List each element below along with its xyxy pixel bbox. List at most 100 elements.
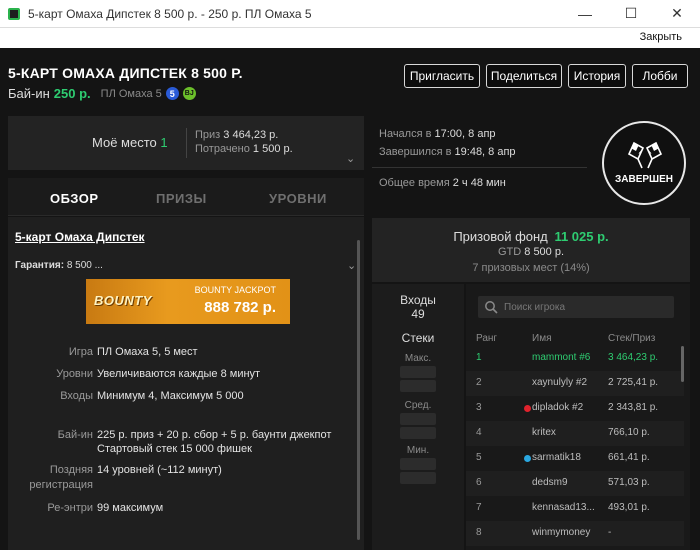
info-value: Увеличиваются каждые 8 минут	[97, 368, 261, 380]
prize-line: Приз 3 464,23 р.	[195, 129, 278, 141]
app-icon	[8, 7, 20, 20]
table-row[interactable]: 3 dipladok #2 2 343,81 р.	[466, 396, 684, 421]
scrollbar[interactable]	[681, 346, 684, 382]
spent-line: Потрачено 1 500 р.	[195, 143, 293, 155]
tournament-title: 5-КАРТ ОМАХА ДИПСТЕК 8 500 Р.	[8, 65, 243, 81]
total-label: Общее время	[379, 177, 450, 189]
close-window-icon[interactable]: ✕	[654, 0, 700, 28]
player-stack: 493,01 р.	[608, 502, 650, 513]
prize-pool-value: 11 025 р.	[554, 229, 609, 244]
my-place-value: 1	[160, 135, 168, 150]
player-rank: 8	[476, 527, 482, 538]
close-row: Закрыть	[0, 28, 700, 48]
buyin-value: 250 р.	[53, 86, 91, 101]
table-row[interactable]: 8 winmymoney -	[466, 521, 684, 546]
tab-levels[interactable]: УРОВНИ	[269, 191, 327, 206]
search-box[interactable]	[478, 296, 674, 318]
max-stack-placeholder	[400, 366, 436, 378]
info-value: 14 уровней (~112 минут)	[97, 464, 222, 476]
history-button[interactable]: История	[568, 64, 626, 88]
avg-stack-placeholder	[400, 427, 436, 439]
player-rank: 5	[476, 452, 482, 463]
player-name: kennasad13...	[532, 502, 595, 513]
prize-label: Приз	[195, 129, 221, 141]
table-row[interactable]: 2 xaynulyly #2 2 725,41 р.	[466, 371, 684, 396]
player-rank: 7	[476, 502, 482, 513]
info-label: Ре-энтри	[47, 502, 93, 514]
column-header-rank[interactable]: Ранг	[476, 333, 497, 344]
window-titlebar: 5-карт Омаха Дипстек 8 500 р. - 250 р. П…	[0, 0, 700, 28]
divider	[186, 128, 187, 158]
player-rank: 3	[476, 402, 482, 413]
player-stack: 661,41 р.	[608, 452, 650, 463]
overview-panel: 5-карт Омаха Дипстек Гарантия: 8 500 ...…	[8, 217, 364, 550]
chevron-down-icon[interactable]: ⌄	[346, 152, 355, 165]
my-place-label: Моё место	[92, 135, 157, 150]
maximize-icon[interactable]: ☐	[608, 0, 654, 28]
stacks-label: Стеки	[401, 331, 435, 345]
chevron-down-icon[interactable]: ⌄	[347, 259, 356, 272]
prize-pool-panel: Призовой фонд 11 025 р. GTD 8 500 р. 7 п…	[372, 218, 690, 282]
player-stack: -	[608, 527, 612, 538]
player-stack: 766,10 р.	[608, 427, 650, 438]
lobby-button[interactable]: Лобби	[632, 64, 688, 88]
gtd-line: GTD 8 500 р.	[372, 246, 690, 258]
player-rank: 4	[476, 427, 482, 438]
player-name: dipladok #2	[532, 402, 584, 413]
table-row[interactable]: 4 kritex 766,10 р.	[466, 421, 684, 446]
search-icon	[485, 301, 498, 314]
bounty-jackpot-badge: BJ	[182, 87, 196, 100]
invite-button[interactable]: Пригласить	[404, 64, 480, 88]
my-place-panel[interactable]: Моё место 1 Приз 3 464,23 р. Потрачено 1…	[8, 116, 364, 170]
info-label: Входы	[60, 390, 93, 402]
tab-overview[interactable]: ОБЗОР	[50, 191, 99, 206]
game-type: ПЛ Омаха 5	[100, 87, 162, 100]
info-value: ПЛ Омаха 5, 5 мест	[97, 346, 198, 358]
info-label: регистрация	[29, 479, 93, 491]
info-value: 99 максимум	[97, 502, 164, 514]
prize-pool-label: Призовой фонд	[453, 229, 548, 244]
checkered-flags-icon	[627, 141, 663, 169]
close-link[interactable]: Закрыть	[640, 31, 682, 43]
entries-label: Входы	[400, 293, 436, 307]
table-row[interactable]: 5 sarmatik18 661,41 р.	[466, 446, 684, 471]
bounty-logo: BOUNTY	[94, 293, 152, 308]
minimize-icon[interactable]: —	[562, 0, 608, 28]
player-name: kritex	[532, 427, 556, 438]
ended-value: 19:48, 8 апр	[454, 146, 516, 158]
my-place: Моё место 1	[92, 135, 168, 150]
table-row[interactable]: 7 kennasad13... 493,01 р.	[466, 496, 684, 521]
info-value: Стартовый стек 15 000 фишек	[97, 443, 252, 455]
tournament-header: 5-КАРТ ОМАХА ДИПСТЕК 8 500 Р. Бай-ин 250…	[0, 48, 700, 114]
player-name: winmymoney	[532, 527, 591, 538]
share-button[interactable]: Поделиться	[486, 64, 562, 88]
column-header-name[interactable]: Имя	[532, 333, 551, 344]
buyin-label: Бай-ин	[8, 86, 50, 101]
avg-stack-placeholder	[400, 413, 436, 425]
table-row[interactable]: 6 dedsm9 571,03 р.	[466, 471, 684, 496]
status-text: ЗАВЕРШЕН	[615, 174, 673, 185]
bounty-jackpot-label: BOUNTY JACKPOT	[194, 285, 276, 295]
prize-pool-line: Призовой фонд 11 025 р.	[372, 229, 690, 244]
tab-prizes[interactable]: ПРИЗЫ	[156, 191, 207, 206]
seats-badge: 5	[165, 87, 179, 100]
table-row[interactable]: 1 mammont #6 3 464,23 р.	[466, 346, 684, 371]
spent-label: Потрачено	[195, 143, 250, 155]
player-stack: 571,03 р.	[608, 477, 650, 488]
player-rank: 1	[476, 352, 482, 363]
column-header-stack[interactable]: Стек/Приз	[608, 333, 655, 344]
scrollbar[interactable]	[357, 240, 360, 540]
player-name: dedsm9	[532, 477, 568, 488]
max-stack-label: Макс.	[404, 353, 432, 364]
guarantee-value: 8 500 ...	[66, 260, 103, 271]
prize-places: 7 призовых мест (14%)	[472, 262, 590, 274]
started-value: 17:00, 8 апр	[434, 128, 496, 140]
info-label: Уровни	[56, 368, 93, 380]
search-input[interactable]	[504, 301, 664, 313]
status-dot-icon	[524, 455, 531, 462]
started-label: Начался в	[379, 128, 432, 140]
min-stack-label: Мин.	[406, 445, 430, 456]
max-stack-placeholder	[400, 380, 436, 392]
players-panel: Ранг Имя Стек/Приз 1 mammont #6 3 464,23…	[466, 284, 690, 550]
entries-value: 49	[411, 307, 425, 321]
